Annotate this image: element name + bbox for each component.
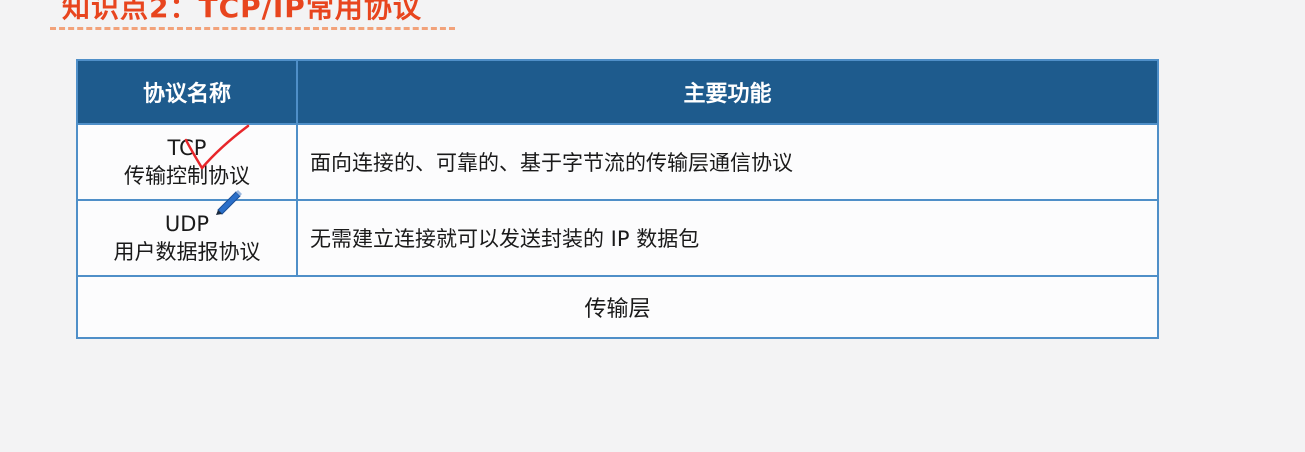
protocol-full-name: 传输控制协议 (124, 164, 250, 188)
heading-dashed-underline (50, 27, 455, 30)
page-heading: 知识点2：TCP/IP常用协议 (62, 0, 422, 24)
protocol-name-cell: UDP 用户数据报协议 (76, 199, 298, 277)
header-main-function: 主要功能 (297, 60, 1159, 124)
protocol-abbr: UDP (164, 212, 210, 236)
table-row: TCP 传输控制协议 面向连接的、可靠的、基于字节流的传输层通信协议 (76, 123, 1159, 201)
protocol-abbr: TCP (167, 136, 207, 160)
protocol-function: 无需建立连接就可以发送封装的 IP 数据包 (296, 199, 1159, 277)
protocol-function: 面向连接的、可靠的、基于字节流的传输层通信协议 (296, 123, 1159, 201)
protocol-table: 协议名称 主要功能 TCP 传输控制协议 面向连接的、可靠的、基于字节流的传输层… (76, 59, 1159, 339)
table-footer-row: 传输层 (76, 275, 1159, 339)
table-header-row: 协议名称 主要功能 (77, 60, 1159, 124)
protocol-full-name: 用户数据报协议 (113, 240, 261, 264)
table-row: UDP 用户数据报协议 无需建立连接就可以发送封装的 IP 数据包 (76, 199, 1159, 277)
header-protocol-name: 协议名称 (77, 60, 298, 124)
layer-label: 传输层 (76, 275, 1159, 339)
protocol-name-cell: TCP 传输控制协议 (76, 123, 298, 201)
